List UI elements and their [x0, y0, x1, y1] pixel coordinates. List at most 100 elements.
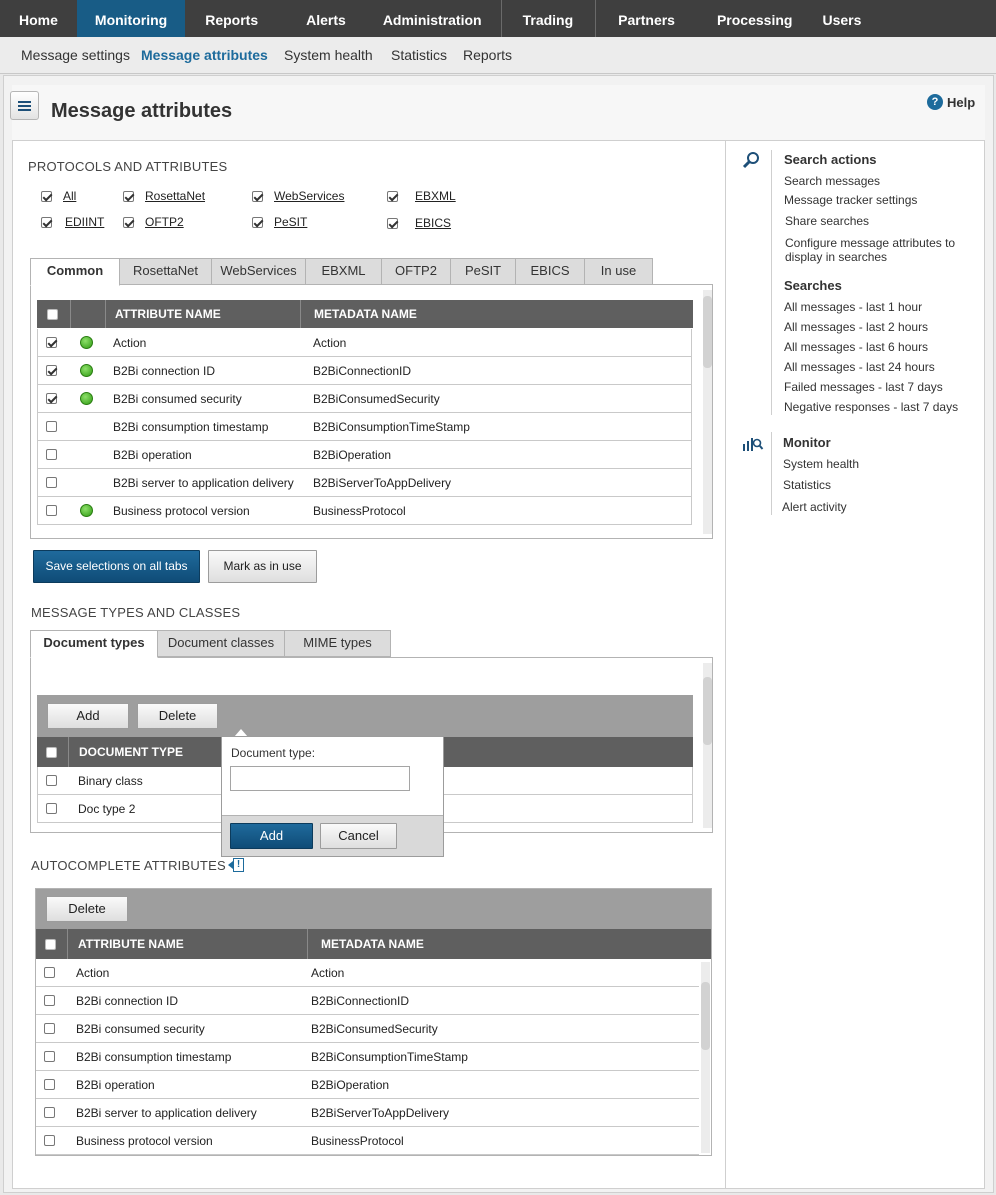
row-checkbox[interactable]	[46, 421, 57, 432]
nav-home[interactable]: Home	[0, 0, 77, 37]
nav-users[interactable]: Users	[812, 0, 871, 37]
sidebar-link-search[interactable]: All messages - last 2 hours	[784, 320, 928, 334]
select-all-checkbox[interactable]	[47, 308, 58, 320]
autocomplete-select-all-checkbox[interactable]	[45, 938, 56, 950]
nav-monitoring[interactable]: Monitoring	[76, 0, 186, 37]
subnav-system-health[interactable]: System health	[284, 47, 373, 63]
nav-reports[interactable]: Reports	[185, 0, 278, 37]
tab-oftp2[interactable]: OFTP2	[381, 258, 451, 285]
sidebar-link-search[interactable]: All messages - last 24 hours	[784, 360, 935, 374]
row-checkbox[interactable]	[44, 1107, 55, 1118]
sidebar-link-configure-attributes[interactable]: Configure message attributes to display …	[785, 236, 965, 264]
tab-ebics[interactable]: EBICS	[515, 258, 585, 285]
protocol-ediint-label[interactable]: EDIINT	[65, 215, 104, 229]
tab-ebxml[interactable]: EBXML	[305, 258, 382, 285]
protocol-webservices-label[interactable]: WebServices	[274, 189, 344, 203]
subnav-reports[interactable]: Reports	[463, 47, 512, 63]
column-metadata-name[interactable]: METADATA NAME	[314, 300, 417, 328]
attribute-table-scrollbar[interactable]	[703, 290, 712, 534]
column-attribute-name[interactable]: ATTRIBUTE NAME	[115, 300, 221, 328]
row-checkbox[interactable]	[46, 337, 57, 348]
autocomplete-delete-button[interactable]: Delete	[46, 896, 128, 922]
tab-common[interactable]: Common	[30, 258, 120, 286]
protocol-oftp2-checkbox[interactable]	[123, 216, 134, 228]
row-checkbox[interactable]	[46, 803, 57, 814]
autocomplete-row[interactable]: Action Action	[36, 959, 699, 987]
row-checkbox[interactable]	[44, 967, 55, 978]
protocol-ebxml-label[interactable]: EBXML	[415, 189, 456, 203]
row-checkbox[interactable]	[44, 1051, 55, 1062]
nav-processing[interactable]: Processing	[697, 0, 812, 37]
protocol-rosettanet-label[interactable]: RosettaNet	[145, 189, 205, 203]
protocol-all-checkbox[interactable]	[41, 190, 52, 202]
protocol-webservices[interactable]: WebServices	[252, 189, 344, 203]
autocomplete-scrollbar[interactable]	[701, 962, 710, 1153]
tab-webservices[interactable]: WebServices	[211, 258, 306, 285]
row-checkbox[interactable]	[46, 477, 57, 488]
row-checkbox[interactable]	[44, 995, 55, 1006]
nav-administration[interactable]: Administration	[366, 0, 501, 37]
document-types-scrollbar[interactable]	[703, 663, 712, 828]
nav-trading[interactable]: Trading	[500, 0, 597, 37]
nav-alerts[interactable]: Alerts	[278, 0, 366, 37]
sidebar-link-statistics[interactable]: Statistics	[783, 478, 831, 492]
protocol-pesit-checkbox[interactable]	[252, 216, 263, 228]
protocol-rosettanet[interactable]: RosettaNet	[123, 189, 205, 203]
column-attribute-name[interactable]: ATTRIBUTE NAME	[78, 929, 184, 959]
protocol-all-label[interactable]: All	[63, 189, 76, 203]
mark-as-in-use-button[interactable]: Mark as in use	[208, 550, 317, 583]
attribute-row[interactable]: B2Bi consumed security B2BiConsumedSecuri…	[37, 385, 692, 413]
row-checkbox[interactable]	[44, 1023, 55, 1034]
attribute-row[interactable]: Action Action	[37, 329, 692, 357]
popup-cancel-button[interactable]: Cancel	[320, 823, 397, 849]
row-checkbox[interactable]	[46, 393, 57, 404]
protocol-ediint-checkbox[interactable]	[41, 216, 52, 228]
protocol-ediint[interactable]: EDIINT	[41, 215, 104, 229]
sidebar-link-share-searches[interactable]: Share searches	[785, 214, 869, 228]
info-icon[interactable]: !	[228, 858, 245, 873]
attribute-row[interactable]: B2Bi connection ID B2BiConnectionID	[37, 357, 692, 385]
attribute-row[interactable]: B2Bi operation B2BiOperation	[37, 441, 692, 469]
attribute-row[interactable]: B2Bi consumption timestamp B2BiConsumptio…	[37, 413, 692, 441]
document-type-delete-button[interactable]: Delete	[137, 703, 218, 729]
protocol-ebxml[interactable]: EBXML	[387, 189, 456, 203]
row-checkbox[interactable]	[44, 1079, 55, 1090]
tab-document-classes[interactable]: Document classes	[157, 630, 285, 657]
protocol-oftp2-label[interactable]: OFTP2	[145, 215, 184, 229]
sidebar-link-search[interactable]: All messages - last 1 hour	[784, 300, 922, 314]
protocol-ebics[interactable]: EBICS	[387, 216, 451, 230]
autocomplete-row[interactable]: B2Bi operation B2BiOperation	[36, 1071, 699, 1099]
row-checkbox[interactable]	[46, 505, 57, 516]
autocomplete-row[interactable]: Business protocol version BusinessProtoco…	[36, 1127, 699, 1155]
sidebar-link-search-messages[interactable]: Search messages	[784, 174, 880, 188]
autocomplete-row[interactable]: B2Bi server to application delivery B2BiS…	[36, 1099, 699, 1127]
row-checkbox[interactable]	[46, 365, 57, 376]
document-select-all-checkbox[interactable]	[46, 746, 57, 758]
tab-document-types[interactable]: Document types	[30, 630, 158, 658]
help-link[interactable]: ? Help	[927, 94, 975, 110]
tab-mime-types[interactable]: MIME types	[284, 630, 391, 657]
autocomplete-row[interactable]: B2Bi consumed security B2BiConsumedSecuri…	[36, 1015, 699, 1043]
protocol-webservices-checkbox[interactable]	[252, 190, 263, 202]
column-document-type[interactable]: DOCUMENT TYPE	[79, 737, 183, 767]
attribute-row[interactable]: Business protocol version BusinessProtoco…	[37, 497, 692, 525]
tab-pesit[interactable]: PeSIT	[450, 258, 516, 285]
protocol-pesit[interactable]: PeSIT	[252, 215, 307, 229]
protocol-rosettanet-checkbox[interactable]	[123, 190, 134, 202]
column-metadata-name[interactable]: METADATA NAME	[321, 929, 424, 959]
subnav-message-attributes[interactable]: Message attributes	[141, 47, 268, 63]
sidebar-link-system-health[interactable]: System health	[783, 457, 859, 471]
sidebar-link-alert-activity[interactable]: Alert activity	[782, 500, 847, 514]
row-checkbox[interactable]	[46, 775, 57, 786]
tab-in-use[interactable]: In use	[584, 258, 653, 285]
document-type-input[interactable]	[230, 766, 410, 791]
autocomplete-row[interactable]: B2Bi consumption timestamp B2BiConsumptio…	[36, 1043, 699, 1071]
protocol-oftp2[interactable]: OFTP2	[123, 215, 184, 229]
protocol-ebics-checkbox[interactable]	[387, 217, 398, 229]
sidebar-link-search[interactable]: Failed messages - last 7 days	[784, 380, 943, 394]
sidebar-link-search[interactable]: All messages - last 6 hours	[784, 340, 928, 354]
row-checkbox[interactable]	[44, 1135, 55, 1146]
sidebar-link-search[interactable]: Negative responses - last 7 days	[784, 400, 958, 414]
protocol-ebxml-checkbox[interactable]	[387, 190, 398, 202]
subnav-statistics[interactable]: Statistics	[391, 47, 447, 63]
